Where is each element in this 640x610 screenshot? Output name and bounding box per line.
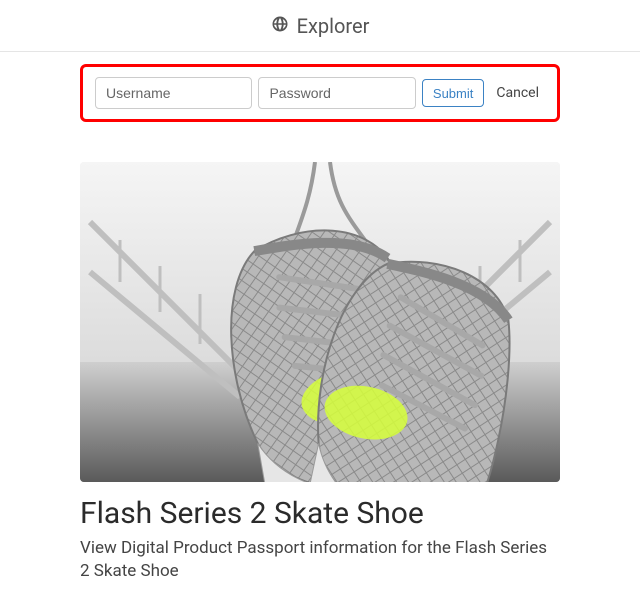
app-header: Explorer bbox=[0, 0, 640, 52]
password-input[interactable] bbox=[258, 77, 415, 109]
submit-button[interactable]: Submit bbox=[422, 79, 484, 107]
product-card: Flash Series 2 Skate Shoe View Digital P… bbox=[80, 162, 560, 583]
globe-icon bbox=[271, 14, 289, 38]
product-image bbox=[80, 162, 560, 482]
login-bar: Submit Cancel bbox=[80, 64, 560, 122]
product-description: View Digital Product Passport informatio… bbox=[80, 537, 560, 583]
product-title: Flash Series 2 Skate Shoe bbox=[80, 496, 560, 531]
cancel-link[interactable]: Cancel bbox=[490, 85, 545, 101]
username-input[interactable] bbox=[95, 77, 252, 109]
sneaker-illustration bbox=[80, 162, 560, 482]
app-title: Explorer bbox=[297, 14, 370, 38]
